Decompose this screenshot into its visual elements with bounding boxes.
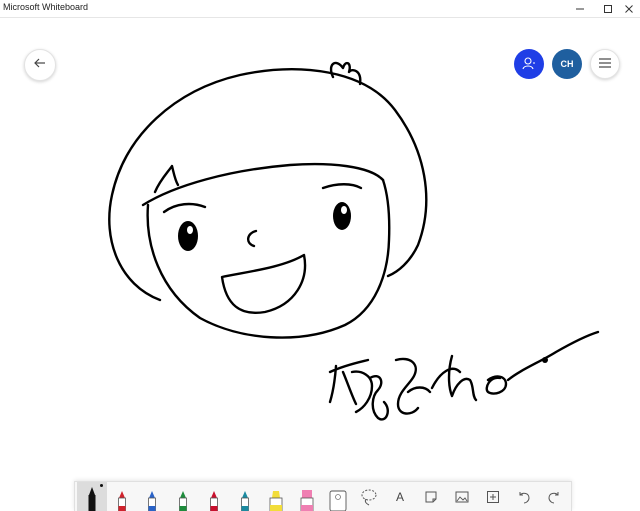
left-eyebrow: [162, 202, 207, 214]
title-bar: Microsoft Whiteboard: [0, 0, 640, 18]
pen-teal-tool[interactable]: [230, 482, 260, 511]
highlighter-icon: [300, 490, 314, 511]
arrow-left-icon: [33, 56, 47, 75]
back-button[interactable]: [24, 49, 56, 81]
eraser-icon: [329, 490, 347, 511]
redo-icon: [548, 491, 559, 503]
pen-icon: [88, 487, 96, 511]
menu-button[interactable]: [590, 49, 620, 79]
active-indicator: [100, 484, 103, 487]
person-add-icon: [522, 56, 536, 72]
mouth: [220, 253, 307, 314]
highlighter-pink-tool[interactable]: [292, 482, 322, 511]
pen-red-tool[interactable]: [107, 482, 137, 511]
add-icon: [487, 490, 499, 503]
minimize-icon[interactable]: [565, 0, 595, 17]
pen-icon: [241, 491, 249, 511]
insert-image-tool[interactable]: [447, 482, 477, 511]
left-eye: [178, 221, 198, 251]
nose: [247, 229, 258, 248]
pen-icon: [118, 491, 126, 511]
window-title: Microsoft Whiteboard: [3, 2, 89, 12]
invite-button[interactable]: [514, 49, 544, 79]
ink-drawing: [108, 61, 600, 421]
right-eyebrow: [321, 183, 363, 190]
signature-dot: [542, 357, 548, 363]
add-content-tool[interactable]: [478, 482, 508, 511]
right-eye: [333, 202, 351, 230]
pen-green-tool[interactable]: [168, 482, 198, 511]
undo-icon: [519, 491, 530, 503]
fringe-tuft: [153, 164, 180, 194]
close-icon[interactable]: [614, 0, 640, 17]
sticky-note-tool[interactable]: [416, 482, 446, 511]
lasso-icon: [361, 489, 377, 505]
hamburger-icon: [598, 57, 612, 71]
redo-button[interactable]: [539, 482, 569, 511]
eraser-tool[interactable]: [323, 482, 353, 511]
undo-button[interactable]: [509, 482, 539, 511]
highlighter-yellow-tool[interactable]: [261, 482, 291, 511]
text-tool-label: A: [395, 489, 404, 504]
image-icon: [455, 491, 469, 502]
bottom-toolbar: A: [74, 481, 572, 511]
whiteboard-canvas[interactable]: [0, 18, 640, 480]
text-tool[interactable]: A: [385, 482, 415, 511]
pen-red-2-tool[interactable]: [199, 482, 229, 511]
pen-icon: [179, 491, 187, 511]
lasso-select-tool[interactable]: [354, 482, 384, 511]
highlighter-icon: [269, 491, 283, 511]
pen-blue-tool[interactable]: [137, 482, 167, 511]
pen-icon: [210, 491, 218, 511]
avatar-initials: CH: [560, 59, 574, 69]
avatar[interactable]: CH: [552, 49, 582, 79]
pen-icon: [148, 491, 156, 511]
signature-ink: [328, 330, 600, 421]
sticky-note-icon: [425, 491, 437, 502]
